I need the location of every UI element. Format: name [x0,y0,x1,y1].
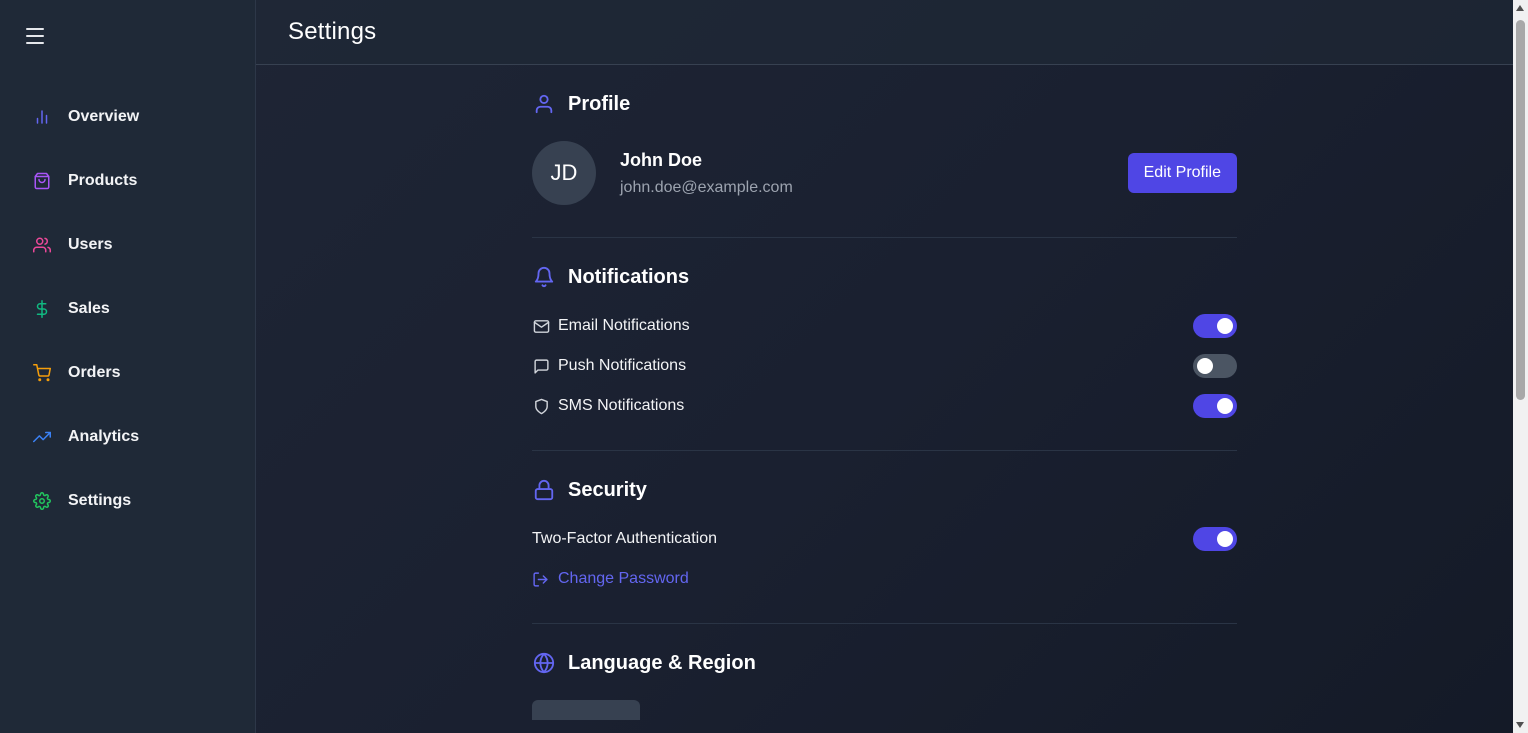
sidebar-item-products[interactable]: Products [0,149,255,213]
edit-profile-button[interactable]: Edit Profile [1127,153,1237,193]
page-header: Settings [256,0,1513,65]
language-heading: Language & Region [532,650,1237,676]
notifications-heading: Notifications [532,264,1237,290]
profile-email: john.doe@example.com [620,178,793,196]
two-factor-label: Two-Factor Authentication [532,530,717,547]
sms-notifications-toggle[interactable] [1193,394,1237,418]
email-notifications-toggle[interactable] [1193,314,1237,338]
message-icon [532,357,550,375]
email-notifications-label: Email Notifications [558,317,690,334]
change-password-link[interactable]: Change Password [532,559,1237,599]
two-factor-row: Two-Factor Authentication [532,519,1237,559]
profile-section: Profile JD John Doe john.doe@example.com… [532,65,1237,238]
sidebar-nav: Overview Products Users Sales Orders Ana… [0,85,255,533]
language-select[interactable] [532,700,640,720]
gear-icon [32,491,52,511]
settings-content: Profile JD John Doe john.doe@example.com… [532,65,1237,720]
push-notifications-row: Push Notifications [532,346,1237,386]
push-notifications-label: Push Notifications [558,357,687,374]
page-title: Settings [288,18,377,45]
user-icon [532,92,556,116]
sms-notifications-row: SMS Notifications [532,386,1237,426]
sidebar-item-orders[interactable]: Orders [0,341,255,405]
profile-name: John Doe [620,149,703,170]
trending-up-icon [32,427,52,447]
sidebar-item-label: Analytics [68,428,140,445]
sidebar-item-label: Overview [68,108,140,125]
hamburger-menu-icon[interactable] [26,26,46,46]
sms-notifications-label: SMS Notifications [558,397,685,414]
security-section: Security Two-Factor Authentication Chang… [532,451,1237,624]
section-title: Profile [568,92,631,115]
scrollbar-thumb[interactable] [1516,20,1525,400]
globe-icon [532,651,556,675]
sidebar-item-label: Settings [68,492,132,509]
profile-heading: Profile [532,91,1237,117]
sidebar-item-label: Sales [68,300,110,317]
sidebar-item-overview[interactable]: Overview [0,85,255,149]
sidebar-item-label: Products [68,172,138,189]
push-notifications-toggle[interactable] [1193,354,1237,378]
sidebar: Overview Products Users Sales Orders Ana… [0,0,256,733]
section-title: Notifications [568,265,690,288]
sidebar-item-analytics[interactable]: Analytics [0,405,255,469]
bell-icon [532,265,556,289]
log-out-icon [532,570,550,588]
mail-icon [532,317,550,335]
shopping-cart-icon [32,363,52,383]
sidebar-item-users[interactable]: Users [0,213,255,277]
shield-icon [532,397,550,415]
lock-icon [532,478,556,502]
users-icon [32,235,52,255]
sidebar-item-label: Users [68,236,113,253]
scroll-down-icon[interactable] [1516,722,1524,728]
main-area: Settings Profile JD John Doe john.doe@ex… [256,0,1513,733]
section-title: Security [568,478,647,501]
sidebar-item-settings[interactable]: Settings [0,469,255,533]
avatar: JD [532,141,596,205]
bar-chart-icon [32,107,52,127]
profile-row: JD John Doe john.doe@example.com Edit Pr… [532,141,1237,205]
change-password-label: Change Password [558,570,689,587]
section-title: Language & Region [568,651,756,674]
sidebar-item-sales[interactable]: Sales [0,277,255,341]
two-factor-toggle[interactable] [1193,527,1237,551]
dollar-icon [32,299,52,319]
security-heading: Security [532,477,1237,503]
scroll-up-icon[interactable] [1516,5,1524,11]
language-section: Language & Region [532,624,1237,720]
page-scrollbar[interactable] [1513,0,1528,733]
email-notifications-row: Email Notifications [532,306,1237,346]
sidebar-item-label: Orders [68,364,121,381]
notifications-section: Notifications Email Notifications Push N… [532,238,1237,451]
shopping-bag-icon [32,171,52,191]
